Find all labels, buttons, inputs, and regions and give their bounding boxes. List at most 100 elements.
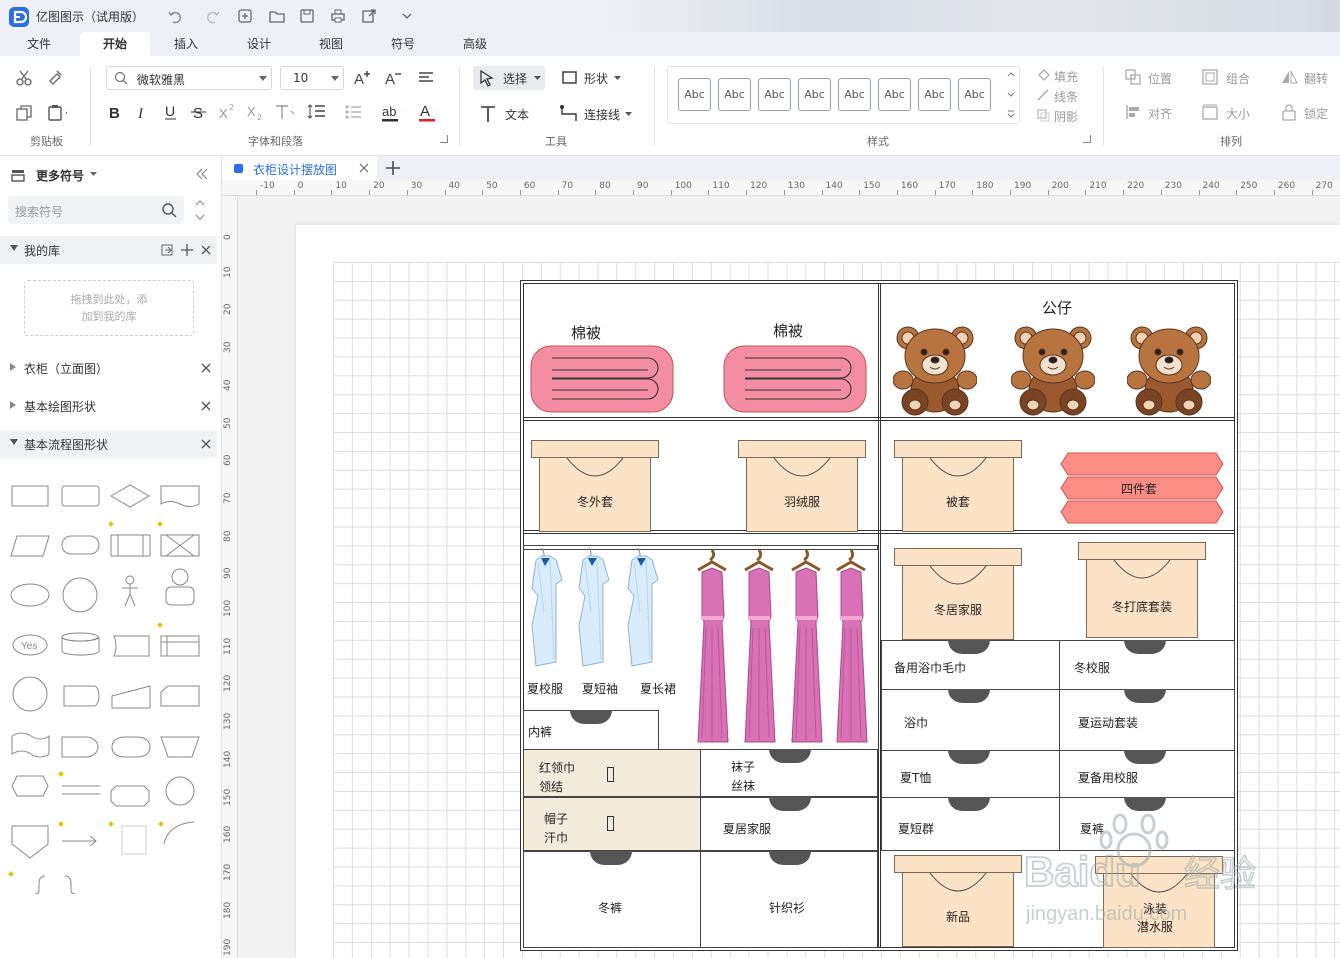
export-icon[interactable]	[360, 7, 378, 25]
dress-icon[interactable]	[829, 548, 873, 751]
summer-shirt-icon[interactable]	[624, 546, 668, 679]
close-icon[interactable]	[200, 400, 212, 412]
format-painter-icon[interactable]	[45, 67, 67, 89]
drawer-summer-spare-uniform[interactable]: 夏备用校服	[1059, 750, 1235, 798]
position-label[interactable]: 位置	[1148, 70, 1172, 87]
customize-quick-access-icon[interactable]	[398, 7, 416, 25]
tab-view[interactable]: 视图	[310, 32, 352, 56]
search-icon[interactable]	[161, 202, 177, 218]
search-scroll-arrows-icon[interactable]	[192, 196, 208, 224]
drawer-socks[interactable]: 袜子 丝袜	[700, 749, 878, 797]
box-down-jacket[interactable]: 羽绒服	[738, 440, 866, 532]
teddy-bear-icon[interactable]	[1126, 322, 1212, 420]
save-icon[interactable]	[298, 7, 316, 25]
section-wardrobe[interactable]: 衣柜（立面图）	[0, 354, 217, 382]
box-swimwear[interactable]: 泳装 潜水服	[1095, 856, 1223, 948]
drawer-underwear[interactable]: 内裤	[523, 710, 659, 750]
flowchart-shape-palette[interactable]: Yes	[0, 474, 217, 894]
size-icon[interactable]	[1201, 103, 1219, 121]
text-align-icon[interactable]	[416, 67, 446, 89]
dress-icon[interactable]	[784, 548, 828, 751]
print-icon[interactable]	[329, 7, 347, 25]
font-dialog-launcher-icon[interactable]	[440, 135, 448, 143]
subscript-icon[interactable]: X2	[244, 101, 266, 123]
box-winter-homewear[interactable]: 冬居家服	[894, 548, 1022, 640]
quilt-icon[interactable]	[723, 345, 869, 415]
section-basic-flowchart[interactable]: 基本流程图形状	[0, 430, 217, 458]
teddy-bear-icon[interactable]	[1010, 322, 1096, 420]
drawer-winter-pants[interactable]: 冬裤	[523, 851, 701, 948]
lock-label[interactable]: 锁定	[1304, 105, 1328, 122]
connector-tool-button[interactable]: 连接线	[559, 102, 639, 126]
style-preset-1[interactable]: Abc	[678, 78, 711, 111]
lock-icon[interactable]	[1280, 103, 1298, 121]
flip-icon[interactable]	[1280, 68, 1298, 86]
style-preset-3[interactable]: Abc	[758, 78, 791, 111]
import-icon[interactable]	[160, 243, 174, 257]
text-tool-button[interactable]: 文本	[478, 102, 538, 126]
font-color-icon[interactable]: A	[417, 101, 447, 123]
group-label[interactable]: 组合	[1226, 70, 1250, 87]
chevron-down-icon[interactable]	[90, 172, 97, 177]
paste-icon[interactable]	[45, 102, 75, 124]
summer-shirt-icon[interactable]	[575, 546, 619, 679]
add-icon[interactable]	[180, 243, 194, 257]
tab-file[interactable]: 文件	[18, 32, 60, 56]
collapse-sidebar-icon[interactable]	[194, 166, 210, 182]
line-icon[interactable]	[1036, 88, 1050, 102]
style-preset-4[interactable]: Abc	[798, 78, 831, 111]
bullet-list-icon[interactable]	[343, 101, 373, 123]
drawer-bath-towel[interactable]: 浴巾	[881, 689, 1060, 751]
close-icon[interactable]	[200, 362, 212, 374]
style-preset-2[interactable]: Abc	[718, 78, 751, 111]
bold-icon[interactable]: B	[104, 101, 126, 123]
box-quilt-cover[interactable]: 被套	[894, 440, 1022, 532]
close-tab-icon[interactable]	[359, 163, 369, 173]
tab-home[interactable]: 开始	[80, 32, 150, 56]
drawer-summer-tshirt[interactable]: 夏T恤	[881, 750, 1060, 798]
text-highlight-icon[interactable]: ab	[380, 101, 410, 123]
fill-icon[interactable]	[1036, 68, 1050, 82]
align-label[interactable]: 对齐	[1148, 105, 1172, 122]
text-case-icon[interactable]	[272, 101, 298, 123]
select-tool-button[interactable]: 选择	[473, 66, 545, 90]
drawer-spare-towels[interactable]: 备用浴巾毛巾	[881, 640, 1060, 690]
line-spacing-icon[interactable]	[306, 101, 336, 123]
increase-font-icon[interactable]: A	[352, 67, 374, 89]
style-gallery-scroll-icon[interactable]	[1006, 70, 1016, 120]
close-icon[interactable]	[200, 244, 212, 256]
shape-tool-button[interactable]: 形状	[560, 66, 630, 90]
my-library-section[interactable]: 我的库	[0, 236, 217, 264]
group-icon[interactable]	[1201, 68, 1219, 86]
tab-advanced[interactable]: 高级	[454, 32, 496, 56]
shadow-label[interactable]: 阴影	[1054, 108, 1078, 125]
tab-design[interactable]: 设计	[238, 32, 280, 56]
symbol-search-input[interactable]: 搜索符号	[8, 196, 184, 224]
drawer-summer-sport[interactable]: 夏运动套装	[1059, 689, 1235, 751]
superscript-icon[interactable]: X2	[216, 101, 238, 123]
decrease-font-icon[interactable]: A	[383, 67, 405, 89]
drawer-summer-pants[interactable]: 夏裤	[1059, 797, 1235, 851]
line-label[interactable]: 线条	[1054, 88, 1078, 105]
copy-icon[interactable]	[13, 102, 35, 124]
cut-icon[interactable]	[13, 67, 35, 89]
strikethrough-icon[interactable]: S	[188, 101, 210, 123]
undo-icon[interactable]	[166, 7, 184, 25]
font-family-dropdown[interactable]: 微软雅黑	[106, 66, 272, 90]
flip-label[interactable]: 翻转	[1304, 70, 1328, 87]
style-preset-5[interactable]: Abc	[838, 78, 871, 111]
align-icon[interactable]	[1124, 103, 1142, 121]
drawer-winter-uniform[interactable]: 冬校服	[1059, 640, 1235, 690]
summer-shirt-icon[interactable]	[528, 546, 572, 679]
open-folder-icon[interactable]	[268, 7, 286, 25]
redo-icon[interactable]	[204, 7, 222, 25]
style-preset-8[interactable]: Abc	[958, 78, 991, 111]
shadow-icon[interactable]	[1036, 108, 1050, 122]
underline-icon[interactable]: U	[160, 101, 182, 123]
close-icon[interactable]	[200, 438, 212, 450]
size-label[interactable]: 大小	[1226, 105, 1250, 122]
box-winter-coat[interactable]: 冬外套	[531, 440, 659, 532]
new-icon[interactable]	[236, 7, 254, 25]
position-icon[interactable]	[1124, 68, 1142, 86]
box-new-items[interactable]: 新品	[894, 855, 1022, 947]
